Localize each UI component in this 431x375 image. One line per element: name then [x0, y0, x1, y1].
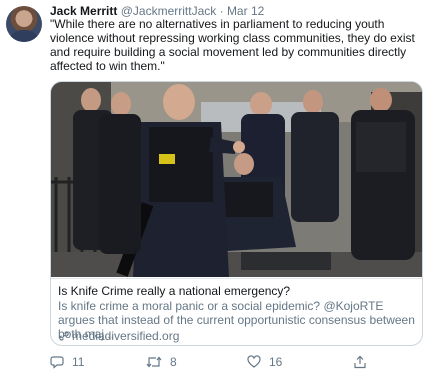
card-body[interactable]: Is Knife Crime really a national emergen…: [51, 278, 422, 345]
author-name[interactable]: Jack Merritt: [50, 4, 117, 18]
link-card[interactable]: Is Knife Crime really a national emergen…: [50, 81, 423, 346]
author-handle[interactable]: @JackmerrittJack: [121, 4, 217, 18]
avatar[interactable]: [6, 6, 42, 42]
share-button[interactable]: [353, 354, 367, 370]
retweet-button[interactable]: 8: [146, 354, 177, 370]
reply-icon: [50, 355, 72, 369]
reply-count: 11: [72, 355, 85, 369]
card-image[interactable]: [51, 82, 422, 277]
tweet-text: "While there are no alternatives in parl…: [50, 17, 415, 73]
link-icon: [58, 330, 70, 345]
tweet[interactable]: Jack Merritt @JackmerrittJack · Mar 12 "…: [0, 0, 431, 375]
retweet-icon: [146, 355, 170, 369]
reply-button[interactable]: 11: [50, 354, 84, 370]
tweet-date[interactable]: Mar 12: [227, 4, 264, 18]
retweet-count: 8: [170, 355, 177, 369]
card-domain-text: mediadiversified.org: [72, 329, 180, 343]
card-title[interactable]: Is Knife Crime really a national emergen…: [58, 284, 290, 298]
tweet-header: Jack Merritt @JackmerrittJack · Mar 12: [50, 4, 264, 18]
share-icon: [353, 355, 367, 369]
avatar-shoulders: [10, 30, 38, 42]
like-button[interactable]: 16: [247, 354, 282, 370]
like-count: 16: [269, 355, 283, 369]
card-domain[interactable]: mediadiversified.org: [58, 329, 179, 345]
tweet-actions: 11 8 16: [50, 354, 366, 370]
heart-icon: [247, 355, 269, 369]
police-officers-photo: [51, 82, 422, 277]
header-separator: ·: [219, 4, 224, 18]
